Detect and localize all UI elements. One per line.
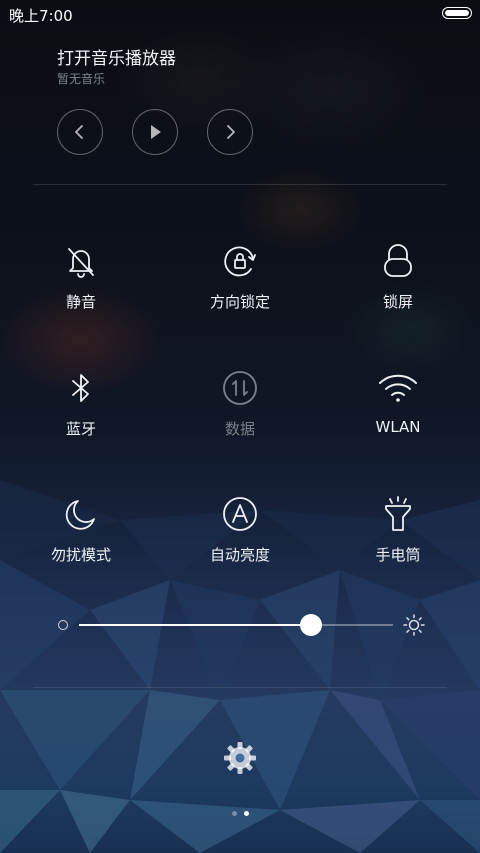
brightness-fill [79,624,312,626]
battery-icon [442,7,472,19]
page-dot [231,811,237,816]
brightness-low-icon [58,620,68,630]
control-center: 晚上7:00 打开音乐播放器 暂无音乐 静音 方向锁定 锁屏 蓝牙 数据 WLA… [0,0,480,853]
tile-label: 手电筒 [375,546,421,564]
tile-lock-screen[interactable]: 锁屏 [338,241,458,331]
tile-do-not-disturb[interactable]: 勿扰模式 [21,494,141,584]
tile-label: 蓝牙 [65,420,96,438]
brightness-slider[interactable] [52,608,428,642]
flashlight-icon [378,494,418,534]
brightness-high-icon [403,614,425,636]
page-dot [243,811,249,816]
tile-flashlight[interactable]: 手电筒 [338,494,458,584]
next-icon [227,125,235,139]
bluetooth-icon [61,368,101,408]
tile-label: 方向锁定 [209,293,270,311]
tile-label: 勿扰模式 [50,546,111,564]
brightness-track[interactable] [79,614,393,636]
bell-off-icon [61,241,101,281]
mobile-data-icon [220,368,260,408]
tile-label: 锁屏 [382,293,413,311]
tile-mute[interactable]: 静音 [21,241,141,331]
divider-brightness [33,687,447,688]
music-player-title[interactable]: 打开音乐播放器 [57,44,176,69]
play-button[interactable] [132,109,178,155]
next-track-button[interactable] [207,109,253,155]
tile-wlan[interactable]: WLAN [338,368,458,458]
play-icon [151,125,161,139]
battery-level [445,10,469,16]
tile-rotation-lock[interactable]: 方向锁定 [180,241,300,331]
auto-brightness-icon [220,494,260,534]
status-bar: 晚上7:00 [0,0,480,28]
tile-label: 自动亮度 [209,546,270,564]
tile-label: 数据 [224,420,255,438]
status-time: 晚上7:00 [9,7,73,25]
prev-icon [75,125,83,139]
lock-icon [378,241,418,281]
tile-auto-brightness[interactable]: 自动亮度 [180,494,300,584]
moon-icon [61,494,101,534]
wifi-icon [378,368,418,408]
tile-label: WLAN [375,418,421,436]
rotation-lock-icon [220,241,260,281]
tile-mobile-data[interactable]: 数据 [180,368,300,458]
music-status: 暂无音乐 [57,72,106,86]
previous-track-button[interactable] [57,109,103,155]
gear-icon[interactable] [222,740,258,776]
brightness-thumb[interactable] [300,614,323,636]
page-indicator [0,811,480,819]
tile-bluetooth[interactable]: 蓝牙 [21,368,141,458]
tile-label: 静音 [65,293,96,311]
divider-music [33,184,447,185]
